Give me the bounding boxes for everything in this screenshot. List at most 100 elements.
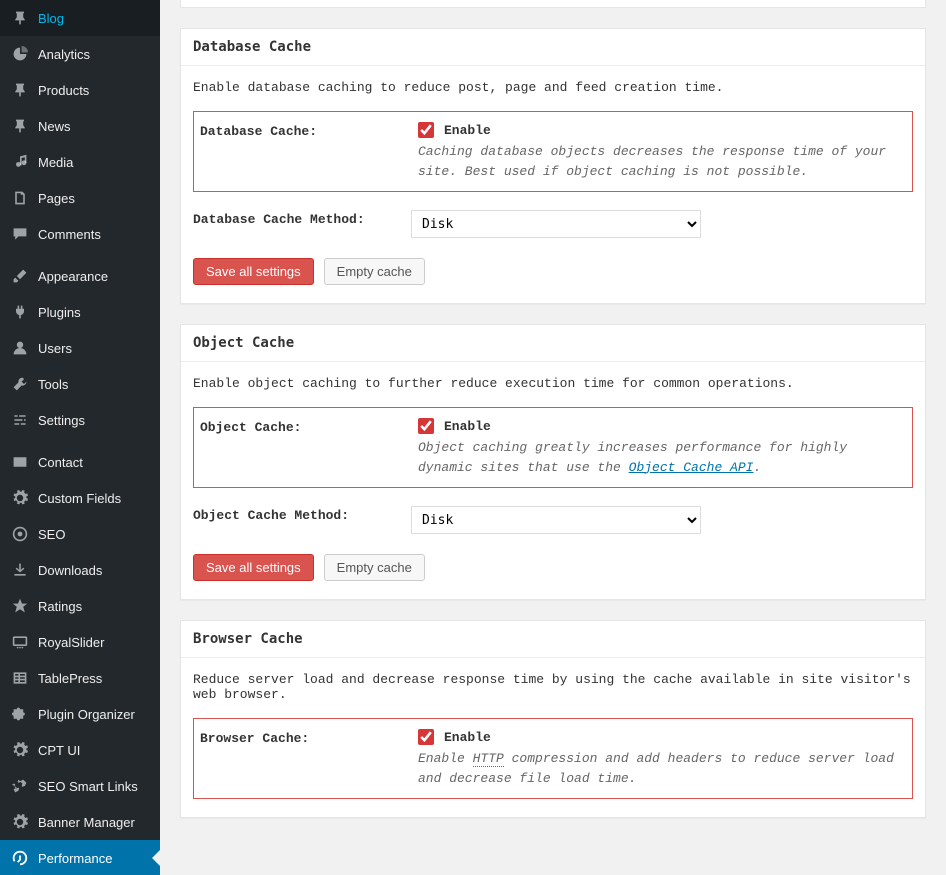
table-icon [10, 668, 30, 688]
analytics-icon [10, 44, 30, 64]
database-cache-method-select[interactable]: Disk [411, 210, 701, 238]
sidebar-item-label: Appearance [38, 269, 152, 284]
wrench-icon [10, 374, 30, 394]
gear-icon [10, 740, 30, 760]
sidebar-item-ratings[interactable]: Ratings [0, 588, 160, 624]
star-icon [10, 596, 30, 616]
sidebar-item-label: Users [38, 341, 152, 356]
sidebar-item-label: Plugin Organizer [38, 707, 152, 722]
gear-icon [10, 812, 30, 832]
gauge-icon [10, 848, 30, 868]
pin-icon [10, 80, 30, 100]
sidebar-item-label: RoyalSlider [38, 635, 152, 650]
sidebar-item-label: Comments [38, 227, 152, 242]
sidebar-item-appearance[interactable]: Appearance [0, 258, 160, 294]
save-all-settings-button[interactable]: Save all settings [193, 258, 314, 285]
sidebar-item-custom-fields[interactable]: Custom Fields [0, 480, 160, 516]
sidebar-item-label: Tools [38, 377, 152, 392]
sidebar-item-blog[interactable]: Blog [0, 0, 160, 36]
brush-icon [10, 266, 30, 286]
sidebar-item-comments[interactable]: Comments [0, 216, 160, 252]
panel-title: Object Cache [181, 325, 925, 362]
comments-icon [10, 224, 30, 244]
sidebar-item-label: Plugins [38, 305, 152, 320]
sidebar-item-news[interactable]: News [0, 108, 160, 144]
database-cache-help: Caching database objects decreases the r… [418, 142, 906, 181]
enable-label: Enable [444, 419, 491, 434]
panel-title: Browser Cache [181, 621, 925, 658]
pin-icon [10, 116, 30, 136]
panel-description: Reduce server load and decrease response… [193, 672, 913, 702]
pages-icon [10, 188, 30, 208]
main-content: Database Cache Enable database caching t… [160, 0, 946, 875]
panel-description: Enable database caching to reduce post, … [193, 80, 913, 95]
object-cache-method-select[interactable]: Disk [411, 506, 701, 534]
save-all-settings-button[interactable]: Save all settings [193, 554, 314, 581]
panel-title: Database Cache [181, 29, 925, 66]
browser-cache-help: Enable HTTP compression and add headers … [418, 749, 906, 788]
sidebar-item-label: Settings [38, 413, 152, 428]
plugin-icon [10, 302, 30, 322]
link-icon [10, 776, 30, 796]
browser-cache-label: Browser Cache: [200, 729, 418, 746]
object-cache-help: Object caching greatly increases perform… [418, 438, 906, 477]
puzzle-icon [10, 704, 30, 724]
sidebar-item-label: Analytics [38, 47, 152, 62]
enable-label: Enable [444, 730, 491, 745]
sidebar-item-products[interactable]: Products [0, 72, 160, 108]
download-icon [10, 560, 30, 580]
sidebar-item-plugins[interactable]: Plugins [0, 294, 160, 330]
object-cache-api-link[interactable]: Object Cache API [629, 460, 754, 475]
sidebar-item-seo-smart-links[interactable]: SEO Smart Links [0, 768, 160, 804]
sidebar-item-contact[interactable]: Contact [0, 444, 160, 480]
sidebar-item-tablepress[interactable]: TablePress [0, 660, 160, 696]
sidebar-item-plugin-organizer[interactable]: Plugin Organizer [0, 696, 160, 732]
sidebar-item-cpt-ui[interactable]: CPT UI [0, 732, 160, 768]
database-cache-panel: Database Cache Enable database caching t… [180, 28, 926, 304]
sidebar-item-label: Downloads [38, 563, 152, 578]
pin-icon [10, 8, 30, 28]
database-cache-highlight: Database Cache: Enable Caching database … [193, 111, 913, 192]
database-cache-method-label: Database Cache Method: [193, 210, 411, 227]
empty-cache-button[interactable]: Empty cache [324, 554, 425, 581]
database-cache-enable-checkbox[interactable] [418, 122, 434, 138]
seo-icon [10, 524, 30, 544]
sidebar-item-label: Ratings [38, 599, 152, 614]
sidebar-item-media[interactable]: Media [0, 144, 160, 180]
sliders-icon [10, 410, 30, 430]
sidebar-item-label: Pages [38, 191, 152, 206]
sidebar-item-label: SEO Smart Links [38, 779, 152, 794]
object-cache-panel: Object Cache Enable object caching to fu… [180, 324, 926, 600]
sidebar-item-users[interactable]: Users [0, 330, 160, 366]
sidebar-item-label: TablePress [38, 671, 152, 686]
sidebar-item-analytics[interactable]: Analytics [0, 36, 160, 72]
sidebar-item-pages[interactable]: Pages [0, 180, 160, 216]
user-icon [10, 338, 30, 358]
sidebar-item-tools[interactable]: Tools [0, 366, 160, 402]
sidebar-item-label: Media [38, 155, 152, 170]
sidebar-item-settings[interactable]: Settings [0, 402, 160, 438]
database-cache-label: Database Cache: [200, 122, 418, 139]
object-cache-method-label: Object Cache Method: [193, 506, 411, 523]
sidebar-item-label: Performance [38, 851, 152, 866]
empty-cache-button[interactable]: Empty cache [324, 258, 425, 285]
sidebar-item-performance[interactable]: Performance [0, 840, 160, 875]
sidebar-item-label: SEO [38, 527, 152, 542]
sidebar-item-label: Banner Manager [38, 815, 152, 830]
media-icon [10, 152, 30, 172]
browser-cache-highlight: Browser Cache: Enable Enable HTTP compre… [193, 718, 913, 799]
object-cache-label: Object Cache: [200, 418, 418, 435]
browser-cache-enable-checkbox[interactable] [418, 729, 434, 745]
enable-label: Enable [444, 123, 491, 138]
sidebar-item-label: Blog [38, 11, 152, 26]
sidebar-item-royalslider[interactable]: RoyalSlider [0, 624, 160, 660]
panel-partial-top [180, 0, 926, 8]
mail-icon [10, 452, 30, 472]
sidebar-item-seo[interactable]: SEO [0, 516, 160, 552]
sidebar-item-label: News [38, 119, 152, 134]
sidebar-item-banner-manager[interactable]: Banner Manager [0, 804, 160, 840]
gear-icon [10, 488, 30, 508]
sidebar-item-label: Contact [38, 455, 152, 470]
sidebar-item-downloads[interactable]: Downloads [0, 552, 160, 588]
object-cache-enable-checkbox[interactable] [418, 418, 434, 434]
